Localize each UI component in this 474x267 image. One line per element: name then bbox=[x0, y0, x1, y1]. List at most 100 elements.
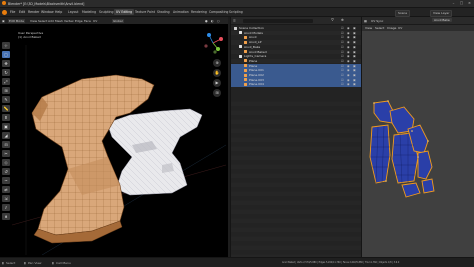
outliner-header: ☰ ⛛ ⊕ bbox=[231, 17, 361, 25]
outliner-row-label: Plane.004 bbox=[249, 82, 264, 87]
menu-edit[interactable]: Edit bbox=[19, 10, 25, 14]
collection-icon bbox=[239, 54, 242, 58]
knife-icon[interactable]: ✂ bbox=[2, 150, 10, 157]
mode-selector[interactable]: Edit Mode bbox=[8, 18, 25, 23]
shear-icon[interactable]: ⫽ bbox=[2, 204, 10, 211]
vp-menu-edge[interactable]: Edge bbox=[75, 19, 83, 23]
top-menu-bar: File Edit Render Window Help Layout Mode… bbox=[0, 8, 474, 17]
outliner-empty-area[interactable] bbox=[231, 97, 361, 257]
anvil-scene[interactable] bbox=[12, 45, 226, 255]
exclude-checkbox-icon[interactable]: ☑ bbox=[341, 82, 344, 87]
uv-island[interactable] bbox=[421, 178, 435, 194]
view-layer-selector[interactable]: View Layer bbox=[430, 9, 453, 17]
mesh-object-icon bbox=[244, 82, 247, 86]
uv-sync-toggle[interactable]: UV Sync bbox=[371, 19, 383, 23]
status-select: Select bbox=[6, 260, 16, 265]
filter-icon[interactable]: ⛛ bbox=[331, 18, 334, 22]
outliner-editor-icon[interactable]: ☰ bbox=[233, 19, 236, 23]
gizmo-z-icon[interactable] bbox=[207, 33, 211, 37]
tab-rendering[interactable]: Rendering bbox=[189, 9, 209, 15]
viewport-info: User Perspective (1) Anvil Baked bbox=[18, 31, 43, 40]
white-anvil-model[interactable] bbox=[106, 108, 203, 196]
vp-menu-select[interactable]: Select bbox=[38, 19, 47, 23]
uv-menu-view[interactable]: View bbox=[365, 26, 372, 30]
smooth-icon[interactable]: ~ bbox=[2, 177, 10, 184]
uv-menu-select[interactable]: Select bbox=[375, 26, 384, 30]
shading-material-icon[interactable]: ◐ bbox=[211, 19, 214, 23]
vp-menu-vertex[interactable]: Vertex bbox=[64, 19, 74, 23]
uv-island[interactable] bbox=[417, 150, 433, 180]
mesh-object-icon bbox=[244, 64, 247, 68]
3d-viewport[interactable]: ▣ Edit Mode View Select Add Mesh Vertex … bbox=[0, 17, 228, 257]
tool-shelf: ⊹ ▢ ✥ ↻ ⤢ ⊞ ✎ 📏 ⬆ ▣ ◢ ⊟ ✂ ◇ ↺ ~ ⇄ ⇲ ⫽ ⋔ bbox=[2, 42, 11, 222]
menu-help[interactable]: Help bbox=[55, 10, 62, 14]
uv-menu-image[interactable]: Image bbox=[387, 26, 396, 30]
uv-editor-type-icon[interactable]: ▦ bbox=[364, 19, 367, 23]
scale-icon[interactable]: ⤢ bbox=[2, 78, 10, 85]
uv-island[interactable] bbox=[369, 124, 391, 184]
move-icon[interactable]: ✥ bbox=[2, 60, 10, 67]
scene-selector[interactable]: Scene bbox=[395, 9, 411, 17]
rip-icon[interactable]: ⋔ bbox=[2, 213, 10, 220]
mouse-middle-icon: ▮ bbox=[24, 260, 26, 265]
new-collection-icon[interactable]: ⊕ bbox=[341, 18, 344, 22]
cursor-icon[interactable]: ⊹ bbox=[2, 42, 10, 49]
shading-rendered-icon[interactable]: ○ bbox=[217, 19, 220, 23]
tab-modeling[interactable]: Modeling bbox=[80, 9, 98, 15]
inset-icon[interactable]: ▣ bbox=[2, 123, 10, 130]
transform-orientation[interactable]: Global bbox=[112, 18, 124, 23]
mesh-object-icon bbox=[244, 73, 247, 77]
select-box-icon[interactable]: ▢ bbox=[2, 51, 10, 58]
poly-build-icon[interactable]: ◇ bbox=[2, 159, 10, 166]
mouse-left-icon: ▮ bbox=[2, 260, 4, 265]
extrude-icon[interactable]: ⬆ bbox=[2, 114, 10, 121]
menu-file[interactable]: File bbox=[10, 10, 15, 14]
transform-icon[interactable]: ⊞ bbox=[2, 87, 10, 94]
vp-menu-view[interactable]: View bbox=[30, 19, 37, 23]
tab-uv-editing[interactable]: UV Editing bbox=[114, 9, 135, 15]
tab-shading[interactable]: Shading bbox=[155, 9, 172, 15]
menu-window[interactable]: Window bbox=[41, 10, 54, 14]
vp-menu-uv[interactable]: UV bbox=[93, 19, 97, 23]
outliner-row[interactable]: Plane.004 ☑ ◉ ▣ bbox=[231, 82, 361, 87]
annotate-icon[interactable]: ✎ bbox=[2, 96, 10, 103]
bevel-icon[interactable]: ◢ bbox=[2, 132, 10, 139]
close-icon[interactable]: × bbox=[467, 1, 472, 5]
collection-icon bbox=[234, 26, 237, 30]
rotate-icon[interactable]: ↻ bbox=[2, 69, 10, 76]
loop-cut-icon[interactable]: ⊟ bbox=[2, 141, 10, 148]
gizmo-x-icon[interactable] bbox=[219, 37, 223, 41]
uv-image-selector[interactable]: Anvil Bake bbox=[432, 18, 452, 23]
visibility-eye-icon[interactable]: ◉ bbox=[347, 82, 350, 87]
editor-type-icon[interactable]: ▣ bbox=[2, 19, 5, 23]
measure-icon[interactable]: 📏 bbox=[2, 105, 10, 112]
uv-editor-header: ▦ UV Sync Anvil Bake bbox=[362, 17, 474, 25]
status-pan-view: Pan View bbox=[28, 260, 42, 265]
blender-menu-icon[interactable] bbox=[2, 9, 7, 15]
uv-editor[interactable]: ▦ UV Sync Anvil Bake View Select Image U… bbox=[361, 17, 474, 257]
uv-layout[interactable] bbox=[362, 97, 474, 207]
render-camera-icon[interactable]: ▣ bbox=[353, 82, 356, 87]
vp-menu-add[interactable]: Add bbox=[48, 19, 54, 23]
spin-icon[interactable]: ↺ bbox=[2, 168, 10, 175]
tab-texture-paint[interactable]: Texture Paint bbox=[133, 9, 157, 15]
uv-island[interactable] bbox=[401, 182, 421, 198]
minimize-icon[interactable]: – bbox=[451, 1, 456, 5]
uv-menu-uv[interactable]: UV bbox=[398, 26, 402, 30]
slide-icon[interactable]: ⇄ bbox=[2, 186, 10, 193]
outliner-search-input[interactable] bbox=[243, 18, 313, 23]
shading-solid-icon[interactable]: ● bbox=[205, 19, 208, 23]
vp-menu-face[interactable]: Face bbox=[84, 19, 91, 23]
mesh-object-icon bbox=[244, 78, 247, 82]
tab-scripting[interactable]: Scripting bbox=[227, 9, 245, 15]
viewport-header: ▣ Edit Mode View Select Add Mesh Vertex … bbox=[0, 17, 228, 24]
maximize-icon[interactable]: □ bbox=[459, 1, 464, 5]
vp-menu-mesh[interactable]: Mesh bbox=[55, 19, 63, 23]
shrink-icon[interactable]: ⇲ bbox=[2, 195, 10, 202]
mouse-right-icon: ▮ bbox=[52, 260, 54, 265]
menu-render[interactable]: Render bbox=[28, 10, 39, 14]
tab-animation[interactable]: Animation bbox=[171, 9, 191, 15]
tab-layout[interactable]: Layout bbox=[66, 9, 81, 15]
active-object-label: (1) Anvil Baked bbox=[18, 35, 41, 40]
tab-sculpting[interactable]: Sculpting bbox=[97, 9, 115, 15]
